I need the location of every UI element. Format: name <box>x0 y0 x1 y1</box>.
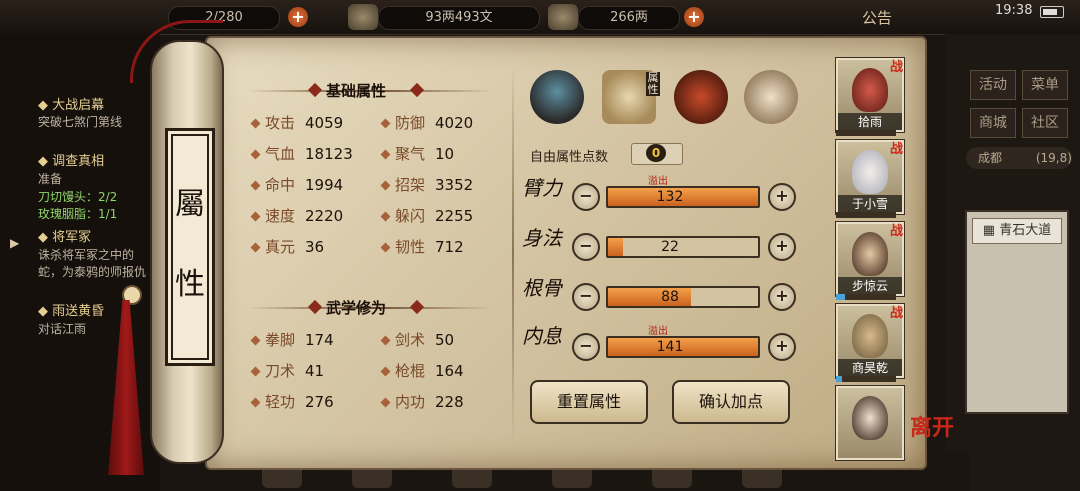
reset-attributes-button[interactable]: 重置属性 <box>530 380 648 424</box>
quest-requirement: 玫瑰胭脂：1/1 <box>38 207 118 221</box>
community-button[interactable]: 社区 <box>1022 108 1068 138</box>
member-bar <box>836 212 896 218</box>
quest-title[interactable]: ◆ 大战启幕 <box>38 94 104 113</box>
shop-button[interactable]: 商城 <box>970 108 1016 138</box>
decrease-constitution-button[interactable]: − <box>572 283 600 311</box>
party-list: 拾雨 战 于小雪 战 步惊云 战 商昊乾 战 <box>828 52 912 461</box>
quest-requirement: 刀切馒头：2/2 <box>38 190 118 204</box>
quest-title[interactable]: ◆ 将军冢 <box>38 226 91 245</box>
quest-desc: 诛杀将军冢之中的蛇，为泰鸦的师报仇 <box>38 248 147 279</box>
member-bar <box>836 130 896 136</box>
decrease-strength-button[interactable]: − <box>572 183 600 211</box>
avatar <box>852 314 888 358</box>
panel-divider <box>512 64 514 444</box>
stat-inner: 内功 228 <box>380 391 464 412</box>
add-gold-button[interactable]: + <box>684 7 704 27</box>
bagua-tab-icon[interactable] <box>674 70 728 124</box>
stat-defense: 防御 4020 <box>380 112 473 133</box>
attr-strength-label: 臂力 <box>522 176 562 200</box>
stat-parry: 招架 3352 <box>380 174 473 195</box>
meridian-tab-icon[interactable] <box>744 70 798 124</box>
avatar <box>852 68 888 112</box>
stat-speed: 速度 2220 <box>250 205 343 226</box>
city-indicator: 成都 (19,8) <box>966 147 1072 169</box>
overflow-tag: 溢出 <box>648 326 668 337</box>
agility-bar: 22 <box>606 236 760 258</box>
attr-constitution-label: 根骨 <box>522 276 562 300</box>
avatar <box>852 396 888 440</box>
overflow-tag: 溢出 <box>648 176 668 187</box>
silver-amount: 93两493文 <box>378 6 540 30</box>
avatar <box>852 150 888 194</box>
basic-attributes-heading: 基础属性 <box>326 82 387 100</box>
silver-ingot-icon <box>348 4 378 30</box>
free-points-value: 0 <box>646 144 666 162</box>
constitution-bar: 88 <box>606 286 760 308</box>
martial-heading: 武学修为 <box>326 299 387 317</box>
increase-breath-button[interactable]: + <box>768 333 796 361</box>
decrease-agility-button[interactable]: − <box>572 233 600 261</box>
attribute-tab-icon[interactable]: 属性 <box>602 70 660 124</box>
member-bar <box>836 376 896 382</box>
stat-qi: 聚气 10 <box>380 143 454 164</box>
attr-breath-label: 内息 <box>522 324 562 348</box>
gold-ingot-icon <box>548 4 578 30</box>
location-item[interactable]: ▦ 青石大道 <box>972 218 1062 244</box>
menu-button[interactable]: 菜单 <box>1022 70 1068 100</box>
battery-icon <box>1040 6 1064 18</box>
stat-dodge: 躲闪 2255 <box>380 205 473 226</box>
stat-hp: 气血 18123 <box>250 143 353 164</box>
expand-arrow-icon[interactable]: ▶ <box>10 236 19 250</box>
quest-desc: 准备 <box>38 172 63 186</box>
breath-bar: 141 <box>606 336 760 358</box>
battle-badge: 战 <box>890 224 904 239</box>
gold-amount: 266两 <box>578 6 680 30</box>
party-member[interactable] <box>835 385 905 461</box>
stat-fist: 拳脚 174 <box>250 329 334 350</box>
stat-sword: 剑术 50 <box>380 329 454 350</box>
confirm-points-button[interactable]: 确认加点 <box>672 380 790 424</box>
clock: 19:38 <box>995 3 1033 18</box>
decrease-breath-button[interactable]: − <box>572 333 600 361</box>
increase-constitution-button[interactable]: + <box>768 283 796 311</box>
stat-attack: 攻击 4059 <box>250 112 343 133</box>
strength-bar: 132 <box>606 186 760 208</box>
quest-desc: 突破七煞门第线 <box>38 115 123 129</box>
character-tab-icon[interactable] <box>530 70 584 124</box>
increase-strength-button[interactable]: + <box>768 183 796 211</box>
battle-badge: 战 <box>890 142 904 157</box>
free-points-label: 自由属性点数 <box>530 150 609 165</box>
stat-lightness: 轻功 276 <box>250 391 334 412</box>
leave-button[interactable]: 离开 <box>910 410 954 442</box>
increase-agility-button[interactable]: + <box>768 233 796 261</box>
quest-desc: 对话江雨 <box>38 322 87 336</box>
activity-button[interactable]: 活动 <box>970 70 1016 100</box>
quest-title[interactable]: ◆ 雨送黄昏 <box>38 300 104 319</box>
stat-blade: 刀术 41 <box>250 360 324 381</box>
notice-button[interactable]: 公告 <box>862 7 892 28</box>
battle-badge: 战 <box>890 60 904 75</box>
avatar <box>852 232 888 276</box>
scroll-title: 屬 性 <box>165 128 215 366</box>
stat-toughness: 韧性 712 <box>380 236 464 257</box>
member-bar <box>836 294 896 300</box>
quest-title[interactable]: ◆ 调查真相 <box>38 150 104 169</box>
battle-badge: 战 <box>890 306 904 321</box>
add-capacity-button[interactable]: + <box>288 7 308 27</box>
attr-agility-label: 身法 <box>522 226 562 250</box>
stat-spear: 枪棍 164 <box>380 360 464 381</box>
stat-true-energy: 真元 36 <box>250 236 324 257</box>
stat-accuracy: 命中 1994 <box>250 174 343 195</box>
